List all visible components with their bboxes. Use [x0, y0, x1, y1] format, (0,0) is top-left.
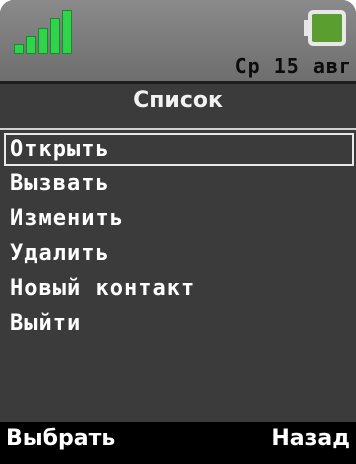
screen-title: Список	[133, 88, 223, 113]
status-bar: Ср 15 авг	[0, 0, 356, 84]
signal-bar-5	[62, 10, 72, 54]
back-softkey[interactable]: Назад	[271, 426, 350, 451]
signal-bar-4	[50, 18, 60, 54]
battery-body	[308, 10, 346, 46]
select-softkey[interactable]: Выбрать	[6, 426, 115, 451]
menu-item-open[interactable]: Открыть	[4, 133, 354, 166]
menu-item-edit[interactable]: Изменить	[0, 201, 356, 236]
softkey-bar: Выбрать Назад	[0, 422, 356, 464]
signal-bar-2	[26, 36, 36, 54]
signal-bar-1	[14, 44, 24, 54]
options-menu: Открыть Вызвать Изменить Удалить Новый к…	[0, 128, 356, 341]
menu-item-delete[interactable]: Удалить	[0, 236, 356, 271]
status-date: Ср 15 авг	[234, 54, 352, 78]
menu-item-exit[interactable]: Выйти	[0, 306, 356, 341]
battery-fill	[312, 14, 342, 42]
menu-item-new-contact[interactable]: Новый контакт	[0, 271, 356, 306]
menu-item-call[interactable]: Вызвать	[0, 166, 356, 201]
battery-icon	[304, 8, 346, 48]
signal-bar-3	[38, 28, 48, 54]
phone-screen: Ср 15 авг Список Открыть Вызвать Изменит…	[0, 0, 356, 464]
signal-strength-icon	[14, 8, 78, 54]
